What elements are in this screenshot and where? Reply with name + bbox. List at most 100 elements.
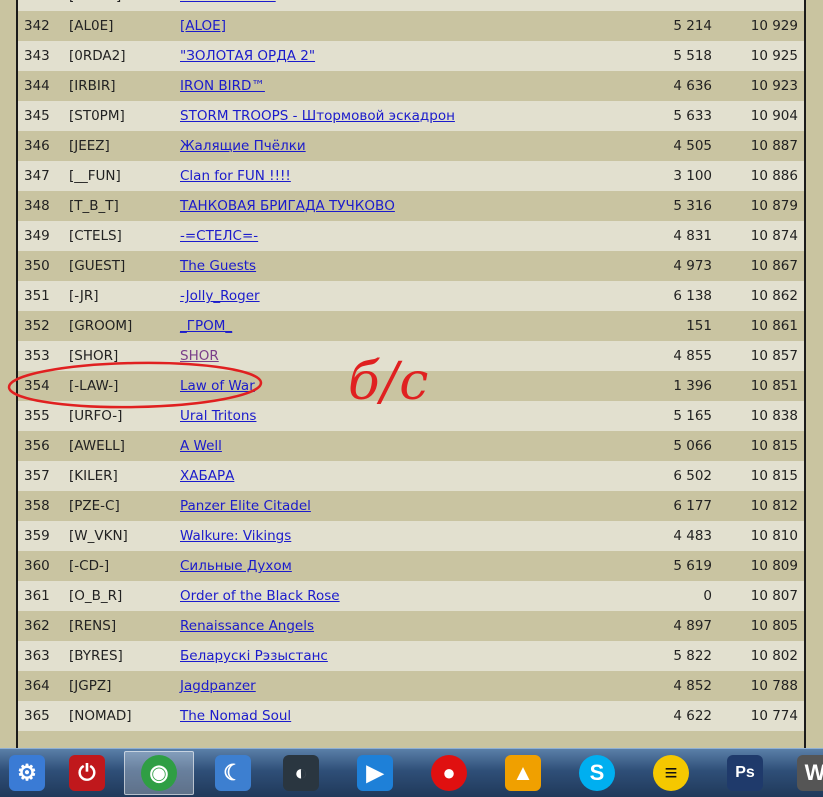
clan-name-link[interactable]: The Guests xyxy=(180,251,256,281)
rank-cell: 341 xyxy=(24,0,50,11)
clan-name-link[interactable]: _ГРОМ_ xyxy=(180,311,232,341)
battles-cell: 5 822 xyxy=(673,648,712,664)
rank-cell: 355 xyxy=(24,408,50,424)
battles-cell: 4 852 xyxy=(673,678,712,694)
clan-name-link[interactable]: A Well xyxy=(180,431,222,461)
clan-name-link[interactable]: Ural Tritons xyxy=(180,401,256,431)
rank-cell: 346 xyxy=(24,138,50,154)
tag-cell: [AL0E] xyxy=(69,18,114,34)
battles-cell: 5 619 xyxy=(673,558,712,574)
clan-name-link[interactable]: Panzer Elite Citadel xyxy=(180,491,311,521)
battles-cell: 5 214 xyxy=(673,18,712,34)
battles-cell: 1 396 xyxy=(673,378,712,394)
rating-cell: 10 805 xyxy=(750,618,798,634)
table-row: 361 [O_B_R] Order of the Black Rose 0 10 807 xyxy=(18,581,804,611)
rating-cell: 10 807 xyxy=(750,588,798,604)
clan-name-link[interactable]: Беларускі Рэзыстанс xyxy=(180,641,328,671)
taskbar-button[interactable]: ● xyxy=(422,751,476,795)
annotation-text: б/с xyxy=(348,352,430,412)
rating-cell: 10 851 xyxy=(750,378,798,394)
clan-name-link[interactable]: -=СТЕЛС=- xyxy=(180,221,258,251)
clan-name-link[interactable]: Order of the Black Rose xyxy=(180,581,340,611)
tag-cell: [GUEST] xyxy=(69,258,126,274)
rating-cell: 10 925 xyxy=(750,48,798,64)
taskbar-button[interactable]: ⏻ xyxy=(60,751,114,795)
shutdown-icon: ⏻ xyxy=(69,755,105,791)
tag-cell: [ST0PM] xyxy=(69,108,125,124)
rank-cell: 343 xyxy=(24,48,50,64)
control-panel-icon: ⚙ xyxy=(9,755,45,791)
clan-name-link[interactable]: ТАНКОВАЯ БРИГАДА ТУЧКОВО xyxy=(180,191,395,221)
rating-cell: 10 862 xyxy=(750,288,798,304)
table-row: 360 [-CD-] Сильные Духом 5 619 10 809 xyxy=(18,551,804,581)
clan-name-link[interactable]: [ALOE] xyxy=(180,11,226,41)
battles-cell: 0 xyxy=(703,588,712,604)
battles-cell: 4 897 xyxy=(673,618,712,634)
taskbar-button[interactable]: ☾ xyxy=(206,751,260,795)
rank-cell: 365 xyxy=(24,708,50,724)
moon-icon: ☾ xyxy=(215,755,251,791)
clan-name-link[interactable]: Law of War xyxy=(180,371,255,401)
clan-name-link[interactable]: The RED: East xyxy=(180,0,276,11)
rating-cell: 10 802 xyxy=(750,648,798,664)
rank-cell: 352 xyxy=(24,318,50,334)
tag-cell: [JGPZ] xyxy=(69,678,112,694)
clan-name-link[interactable]: "ЗОЛОТАЯ ОРДА 2" xyxy=(180,41,315,71)
clan-name-link[interactable]: STORM TROOPS - Штормовой эскадрон xyxy=(180,101,455,131)
tag-cell: [0RDA2] xyxy=(69,48,126,64)
rank-cell: 362 xyxy=(24,618,50,634)
rating-cell: 10 929 xyxy=(750,18,798,34)
clan-name-link[interactable]: Жалящие Пчёлки xyxy=(180,131,306,161)
rating-cell: 10 874 xyxy=(750,228,798,244)
clan-name-link[interactable]: -Jolly_Roger xyxy=(180,281,260,311)
rank-cell: 353 xyxy=(24,348,50,364)
table-row: 347 [__FUN] Clan for FUN !!!! 3 100 10 886 xyxy=(18,161,804,191)
rating-cell: 10 879 xyxy=(750,198,798,214)
clan-name-link[interactable]: Jagdpanzer xyxy=(180,671,256,701)
clan-name-link[interactable]: Walkure: Vikings xyxy=(180,521,291,551)
rank-cell: 344 xyxy=(24,78,50,94)
rating-cell: 10 923 xyxy=(750,78,798,94)
table-row: 364 [JGPZ] Jagdpanzer 4 852 10 788 xyxy=(18,671,804,701)
taskbar-button[interactable]: ≡ xyxy=(644,751,698,795)
tag-cell: [-LAW-] xyxy=(69,378,119,394)
clan-name-link[interactable]: The Nomad Soul xyxy=(180,701,291,731)
taskbar-button[interactable]: ▶ xyxy=(348,751,402,795)
clan-name-link[interactable]: SHOR xyxy=(180,341,219,371)
rating-cell: 10 929 xyxy=(751,0,798,11)
battles-cell: 5 316 xyxy=(673,198,712,214)
taskbar-button[interactable]: ⚙ xyxy=(0,751,54,795)
taskbar-button[interactable]: S xyxy=(570,751,624,795)
clan-name-link[interactable]: Сильные Духом xyxy=(180,551,292,581)
taskbar-button[interactable]: ◉ xyxy=(124,751,194,795)
rating-cell: 10 788 xyxy=(750,678,798,694)
battles-cell: 5 165 xyxy=(673,408,712,424)
tag-cell: [CTELS] xyxy=(69,228,122,244)
rating-cell: 10 867 xyxy=(750,258,798,274)
taskbar-button[interactable]: Ps xyxy=(718,751,772,795)
beeline-icon: ≡ xyxy=(653,755,689,791)
clan-name-link[interactable]: Renaissance Angels xyxy=(180,611,314,641)
taskbar-button[interactable]: W xyxy=(788,751,823,795)
clan-name-link[interactable]: IRON BIRD™ xyxy=(180,71,265,101)
table-row: 341 [RED-E] The RED: East 4 881 10 929 xyxy=(18,0,804,11)
battles-cell: 4 483 xyxy=(673,528,712,544)
battles-cell: 4 855 xyxy=(673,348,712,364)
battles-cell: 4 881 xyxy=(673,0,712,11)
table-row: 365 [NOMAD] The Nomad Soul 4 622 10 774 xyxy=(18,701,804,731)
table-row: 358 [PZE-C] Panzer Elite Citadel 6 177 10 81… xyxy=(18,491,804,521)
tag-cell: [-CD-] xyxy=(69,558,110,574)
battles-cell: 5 633 xyxy=(673,108,712,124)
taskbar-button[interactable]: ▲ xyxy=(496,751,550,795)
tag-cell: [SHOR] xyxy=(69,348,119,364)
rank-cell: 342 xyxy=(24,18,50,34)
battles-cell: 4 622 xyxy=(673,708,712,724)
rating-cell: 10 815 xyxy=(750,468,798,484)
table-row: 351 [-JR] -Jolly_Roger 6 138 10 862 xyxy=(18,281,804,311)
world-of-tanks-icon: W xyxy=(797,755,823,791)
clan-name-link[interactable]: Clan for FUN !!!! xyxy=(180,161,291,191)
rank-cell: 359 xyxy=(24,528,50,544)
taskbar-button[interactable]: ◐ xyxy=(274,751,328,795)
clan-name-link[interactable]: ХАБАРА xyxy=(180,461,234,491)
rank-cell: 351 xyxy=(24,288,50,304)
